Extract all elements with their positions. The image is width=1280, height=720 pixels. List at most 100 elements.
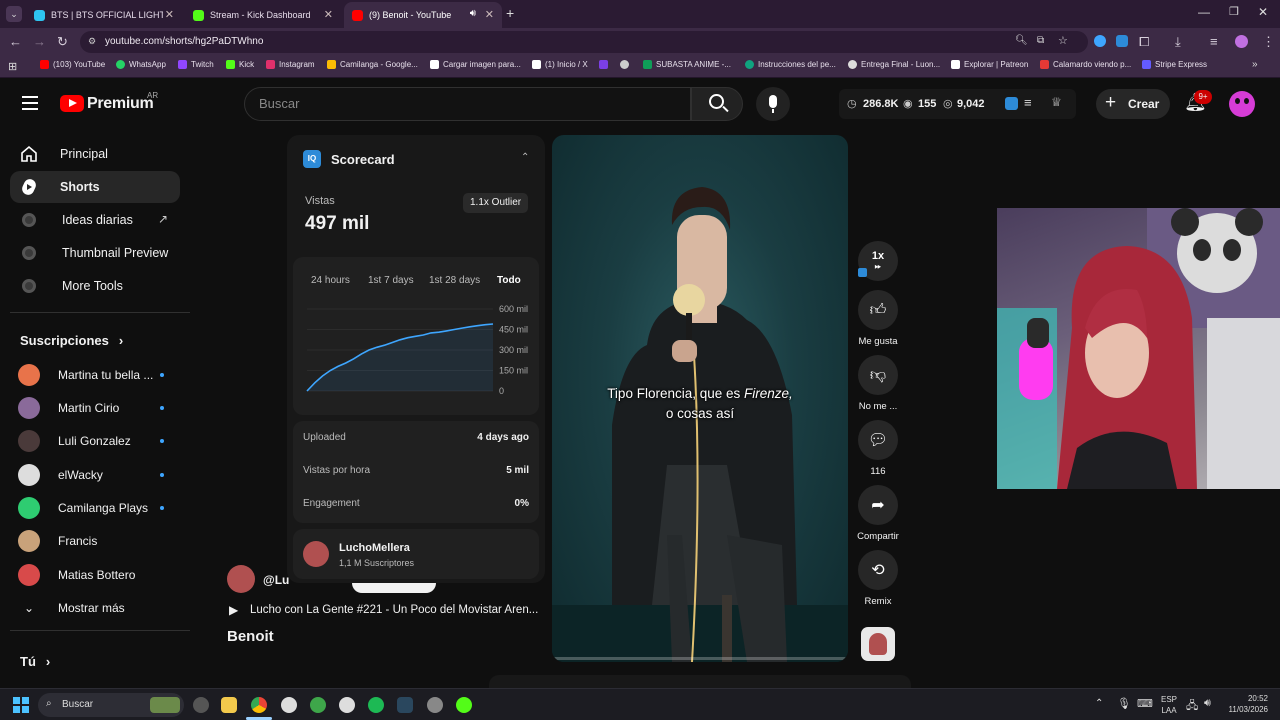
sidebar-item-principal[interactable]: Principal: [10, 138, 180, 170]
reading-list-icon[interactable]: ≡: [1210, 34, 1218, 49]
chrome-icon[interactable]: [251, 697, 267, 713]
network-icon[interactable]: 🖧︎: [1186, 697, 1198, 716]
bookmark-kick[interactable]: Kick: [226, 60, 254, 69]
subscription-item[interactable]: Martin Cirio: [18, 396, 178, 420]
windows-start-icon[interactable]: [13, 697, 29, 713]
bookmark-subasta[interactable]: SUBASTA ANIME -...: [643, 60, 731, 69]
extension-icon[interactable]: [1116, 35, 1128, 47]
close-icon[interactable]: ✕: [485, 8, 494, 21]
zoom-icon[interactable]: 🔍︎: [1015, 35, 1028, 46]
site-info-icon[interactable]: ⚙: [88, 36, 96, 47]
tab-bts[interactable]: BTS | BTS OFFICIAL LIGHT STICK ✕: [26, 2, 182, 28]
subscription-item[interactable]: Martina tu bella ...: [18, 363, 178, 387]
range-tab-7d[interactable]: 1st 7 days: [368, 275, 414, 286]
profile-avatar-icon[interactable]: [1235, 35, 1248, 48]
taskbar-app-icon[interactable]: [427, 697, 443, 713]
vidiq-icon[interactable]: [1005, 97, 1018, 110]
bookmark-grey[interactable]: [620, 60, 633, 69]
show-more-button[interactable]: ⌄ Mostrar más: [18, 596, 178, 620]
like-button[interactable]: 👍︎ Me gusta: [858, 290, 898, 347]
bookmark-camilanga[interactable]: Camilanga - Google...: [327, 60, 418, 69]
search-input[interactable]: Buscar: [244, 87, 691, 121]
channel-handle[interactable]: @Lu: [263, 573, 289, 587]
create-button[interactable]: + Crear: [1096, 89, 1170, 119]
sound-thumbnail[interactable]: [861, 627, 895, 661]
dislike-button[interactable]: 👎︎ No me ...: [858, 355, 898, 412]
hamburger-menu-icon[interactable]: [22, 96, 38, 110]
taskbar-search-box[interactable]: ⌕ Buscar: [38, 693, 184, 717]
sidebar-item-ideas-diarias[interactable]: Ideas diarias ↗: [10, 204, 180, 236]
microphone-tray-icon[interactable]: 🎙︎: [1117, 697, 1131, 710]
bookmark-twitch[interactable]: Twitch: [178, 60, 214, 69]
bookmark-instagram[interactable]: Instagram: [266, 60, 315, 69]
bookmark-patreon[interactable]: Explorar | Patreon: [951, 60, 1028, 69]
tab-youtube[interactable]: (9) Benoit - YouTube 🔊︎ ✕: [344, 2, 502, 28]
you-heading[interactable]: Tú ›: [20, 654, 50, 669]
trophy-icon[interactable]: ♕: [1051, 95, 1062, 109]
subscription-item[interactable]: Luli Gonzalez: [18, 429, 178, 453]
language-indicator[interactable]: ESP LAA: [1161, 694, 1177, 716]
range-tab-28d[interactable]: 1st 28 days: [429, 275, 480, 286]
sidebar-item-thumbnail-preview[interactable]: Thumbnail Preview: [10, 237, 180, 269]
clock[interactable]: 20:52 11/03/2026: [1226, 693, 1268, 715]
bookmark-calamardo[interactable]: Calamardo viendo p...: [1040, 60, 1131, 69]
menu-dots-icon[interactable]: ⋮: [1262, 34, 1275, 50]
bookmark-stripe[interactable]: Stripe Express: [1142, 60, 1207, 69]
taskbar-app-icon[interactable]: [193, 697, 209, 713]
sidebar-item-shorts[interactable]: Shorts: [10, 171, 180, 203]
bookmark-entrega[interactable]: Entrega Final - Luon...: [848, 60, 940, 69]
tab-kick[interactable]: Stream - Kick Dashboard ✕: [185, 2, 341, 28]
url-field[interactable]: ⚙ youtube.com/shorts/hg2PaDTWhno 🔍︎ ⧉ ☆: [80, 31, 1088, 53]
share-button[interactable]: ➦ Compartir: [857, 485, 899, 542]
playlist-link[interactable]: Lucho con La Gente #221 - Un Poco del Mo…: [250, 604, 538, 616]
list-icon[interactable]: ≡: [1024, 95, 1032, 110]
subscription-item[interactable]: elWacky: [18, 463, 178, 487]
bookmark-star-icon[interactable]: ☆: [1058, 34, 1068, 47]
bookmark-youtube[interactable]: (103) YouTube: [40, 60, 105, 69]
short-video-player[interactable]: Tipo Florencia, que es Firenze, o cosas …: [552, 135, 848, 662]
extensions-puzzle-icon[interactable]: ⧠: [1139, 34, 1149, 50]
reload-icon[interactable]: ↻: [57, 34, 68, 50]
bookmark-whatsapp[interactable]: WhatsApp: [116, 60, 166, 69]
minimize-icon[interactable]: —: [1198, 5, 1210, 19]
keyboard-icon[interactable]: ⌨: [1137, 697, 1153, 710]
steam-icon[interactable]: [397, 697, 413, 713]
restore-icon[interactable]: ❐: [1229, 5, 1239, 18]
file-explorer-icon[interactable]: [221, 697, 237, 713]
comments-button[interactable]: 💬︎ 116: [858, 420, 898, 477]
range-tab-24h[interactable]: 24 hours: [311, 275, 350, 286]
apps-grid-icon[interactable]: ⊞: [8, 60, 17, 73]
collapse-chevron-icon[interactable]: ⌃: [521, 152, 529, 163]
obs-icon[interactable]: [281, 697, 297, 713]
sidebar-item-more-tools[interactable]: More Tools: [10, 270, 180, 302]
bookmark-cargar-imagen[interactable]: Cargar imagen para...: [430, 60, 521, 69]
kick-app-icon[interactable]: [456, 697, 472, 713]
forward-icon[interactable]: →: [33, 34, 46, 49]
youtube-logo-icon[interactable]: [60, 95, 84, 112]
tray-chevron-icon[interactable]: ⌃: [1095, 698, 1103, 709]
tab-search-button[interactable]: ⌄: [6, 6, 22, 22]
subscription-item[interactable]: Matias Bottero: [18, 563, 178, 587]
window-close-icon[interactable]: ✕: [1258, 5, 1268, 19]
spotify-icon[interactable]: [368, 697, 384, 713]
taskbar-app-icon[interactable]: [310, 697, 326, 713]
playback-speed-button[interactable]: 1x ⏩︎: [858, 241, 898, 281]
remix-button[interactable]: ⟲ Remix: [858, 550, 898, 607]
close-icon[interactable]: ✕: [324, 8, 333, 21]
more-bookmarks-icon[interactable]: »: [1252, 59, 1258, 70]
close-icon[interactable]: ✕: [165, 8, 174, 21]
settings-gear-icon[interactable]: [339, 697, 355, 713]
subscriptions-heading[interactable]: Suscripciones ›: [20, 333, 123, 348]
extension-icon[interactable]: [1094, 35, 1106, 47]
download-icon[interactable]: ⤓: [1175, 34, 1181, 50]
subscribe-button[interactable]: [352, 583, 436, 593]
install-icon[interactable]: ⧉: [1037, 35, 1044, 46]
subscription-item[interactable]: Camilanga Plays: [18, 496, 178, 520]
speaker-icon[interactable]: 🔊︎: [470, 8, 476, 19]
volume-icon[interactable]: 🔊︎: [1204, 697, 1211, 710]
new-tab-icon[interactable]: +: [506, 5, 514, 21]
search-button[interactable]: [691, 87, 743, 121]
subscription-item[interactable]: Francis: [18, 529, 178, 553]
back-icon[interactable]: ←: [9, 34, 22, 49]
channel-avatar[interactable]: [227, 565, 255, 593]
